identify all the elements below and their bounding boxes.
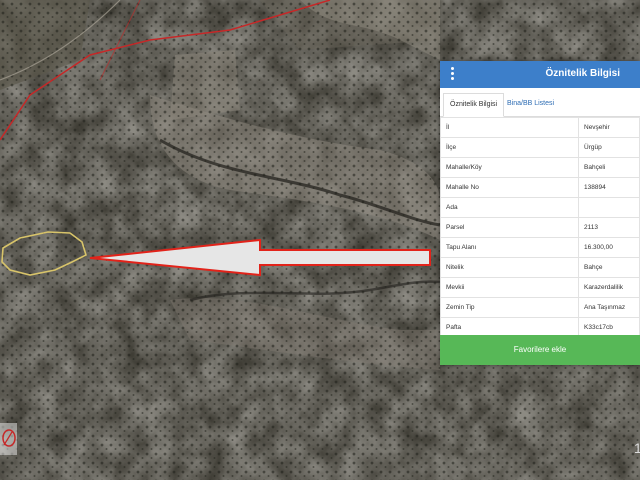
tab-building-list[interactable]: Bina/BB Listesi — [501, 93, 560, 115]
row-key: İl — [440, 117, 579, 138]
add-favorites-button[interactable]: Favorilere ekle — [440, 335, 640, 365]
row-key: Tapu Alanı — [440, 237, 579, 258]
panel-header: Öznitelik Bilgisi — [440, 61, 640, 88]
table-row: Mevkii Karazerdalilik — [440, 277, 640, 298]
table-row: İl Nevşehir — [440, 117, 640, 138]
row-key: Mahalle/Köy — [440, 157, 579, 178]
row-key: Nitelik — [440, 257, 579, 278]
row-value: 2113 — [578, 217, 640, 238]
panel-tabs: Öznitelik Bilgisi Bina/BB Listesi — [440, 88, 640, 117]
table-row: Ada — [440, 197, 640, 218]
row-key: Parsel — [440, 217, 579, 238]
page-number: 1 — [634, 440, 640, 456]
table-row: İlçe Ürgüp — [440, 137, 640, 158]
tab-attribute-info[interactable]: Öznitelik Bilgisi — [443, 93, 505, 117]
vertical-dots-icon[interactable] — [451, 67, 455, 81]
attribute-table: İl Nevşehir İlçe Ürgüp Mahalle/Köy Bahçeli … — [440, 117, 640, 338]
row-key: Zemin Tip — [440, 297, 579, 318]
row-key: İlçe — [440, 137, 579, 158]
row-value: Bahçeli — [578, 157, 640, 178]
row-value: Ana Taşınmaz — [578, 297, 640, 318]
table-row: Nitelik Bahçe — [440, 257, 640, 278]
attribute-panel: Öznitelik Bilgisi Öznitelik Bilgisi Bina… — [440, 61, 640, 365]
table-row: Mahalle/Köy Bahçeli — [440, 157, 640, 178]
table-row: Parsel 2113 — [440, 217, 640, 238]
row-value: Bahçe — [578, 257, 640, 278]
row-value: Ürgüp — [578, 137, 640, 158]
row-key: Mevkii — [440, 277, 579, 298]
row-key: Ada — [440, 197, 579, 218]
table-row: Mahalle No 138894 — [440, 177, 640, 198]
row-value: Nevşehir — [578, 117, 640, 138]
table-row: Tapu Alanı 16.300,00 — [440, 237, 640, 258]
row-key: Mahalle No — [440, 177, 579, 198]
panel-title: Öznitelik Bilgisi — [545, 68, 620, 79]
row-value: Karazerdalilik — [578, 277, 640, 298]
table-row: Zemin Tip Ana Taşınmaz — [440, 297, 640, 318]
row-value: 138894 — [578, 177, 640, 198]
location-marker-icon[interactable] — [0, 423, 17, 455]
row-value: 16.300,00 — [578, 237, 640, 258]
row-value — [578, 197, 640, 218]
